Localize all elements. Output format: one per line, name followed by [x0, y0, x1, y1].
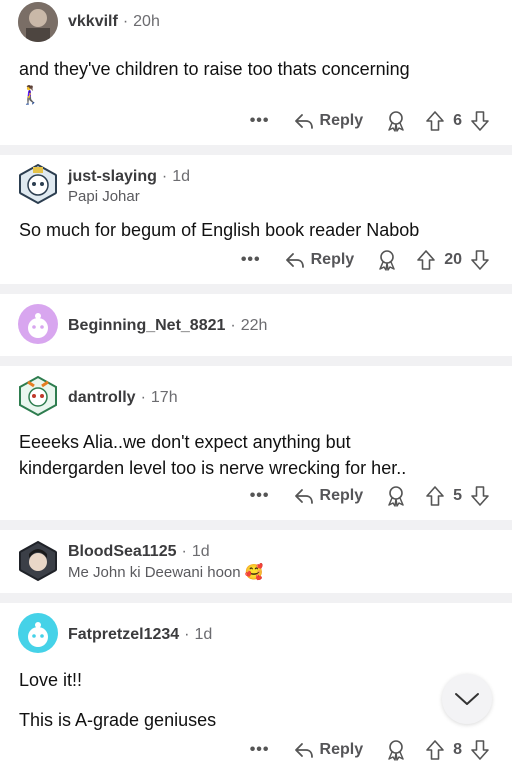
downvote-icon[interactable] [470, 110, 490, 132]
user-flair: Me John ki Deewani hoon 🥰 [68, 564, 264, 581]
comment-body: Eeeeks Alia..we don't expect anything bu… [19, 429, 406, 481]
award-button[interactable] [376, 249, 398, 271]
username[interactable]: vkkvilf [68, 13, 118, 30]
reply-button[interactable]: Reply [294, 487, 364, 505]
timestamp: 22h [240, 317, 268, 334]
more-options-button[interactable]: ••• [241, 251, 261, 269]
downvote-icon[interactable] [470, 249, 490, 271]
comment-text-line: So much for begum of English book reader… [19, 220, 420, 240]
emoji: 🚶‍♀️ [19, 85, 42, 105]
vote-controls: 8 [425, 739, 490, 761]
reply-label: Reply [319, 741, 364, 758]
award-icon [388, 486, 404, 507]
vote-count: 5 [453, 487, 462, 504]
username[interactable]: just-slaying [68, 168, 157, 185]
comment-text-line: This is A-grade geniuses [19, 710, 217, 730]
user-flair: Papi Johar [68, 188, 140, 205]
separator [0, 520, 512, 530]
chevron-down-icon [455, 693, 479, 705]
action-bar: ••• Reply 6 [250, 107, 490, 135]
reply-icon [294, 743, 313, 758]
comment-1: vkkvilf · 20h and they've children to rais… [0, 0, 512, 150]
avatar[interactable] [18, 613, 58, 653]
upvote-icon[interactable] [416, 249, 436, 271]
separator [0, 356, 512, 366]
action-bar: ••• Reply 8 [250, 736, 490, 764]
timestamp: 1d [172, 168, 191, 185]
avatar[interactable] [18, 2, 58, 42]
downvote-icon[interactable] [470, 485, 490, 507]
vote-controls: 5 [425, 485, 490, 507]
reply-label: Reply [310, 251, 355, 268]
avatar[interactable] [17, 163, 59, 205]
comment-body: Love it!! This is A-grade geniuses [19, 667, 216, 733]
comment-meta: BloodSea1125 · 1d [68, 543, 210, 560]
more-options-button[interactable]: ••• [250, 112, 270, 130]
comment-6: Fatpretzel1234 · 1d Love it!! This is A-gr… [0, 603, 512, 761]
username[interactable]: Beginning_Net_8821 [68, 317, 225, 334]
comment-meta: Beginning_Net_8821 · 22h [68, 317, 268, 334]
separator [0, 593, 512, 603]
comment-4: dantrolly · 17h Eeeeks Alia..we don't expe… [0, 366, 512, 514]
comment-text-line: Love it!! [19, 670, 83, 690]
username[interactable]: BloodSea1125 [68, 543, 177, 560]
timestamp: 1d [194, 626, 213, 643]
award-icon [388, 740, 404, 761]
reply-label: Reply [319, 487, 364, 504]
more-options-button[interactable]: ••• [250, 487, 270, 505]
vote-controls: 6 [425, 110, 490, 132]
action-bar: ••• Reply 20 [241, 246, 490, 274]
upvote-icon[interactable] [425, 739, 445, 761]
comment-body: and they've children to raise too thats … [19, 56, 410, 108]
comment-meta: dantrolly · 17h [68, 389, 178, 406]
more-options-button[interactable]: ••• [250, 741, 270, 759]
reply-icon [285, 253, 304, 268]
award-icon [388, 111, 404, 132]
vote-count: 8 [453, 741, 462, 758]
avatar[interactable] [16, 374, 60, 418]
upvote-icon[interactable] [425, 110, 445, 132]
vote-count: 20 [444, 251, 462, 268]
comment-meta: vkkvilf · 20h [68, 13, 160, 30]
award-button[interactable] [385, 739, 407, 761]
username[interactable]: dantrolly [68, 389, 136, 406]
scroll-down-button[interactable] [442, 674, 492, 724]
action-bar: ••• Reply 5 [250, 482, 490, 510]
timestamp: 20h [133, 13, 160, 30]
avatar[interactable] [18, 304, 58, 344]
timestamp: 17h [150, 389, 178, 406]
reply-button[interactable]: Reply [294, 112, 364, 130]
comment-3-collapsed[interactable]: Beginning_Net_8821 · 22h [0, 294, 512, 356]
vote-count: 6 [453, 112, 462, 129]
comment-5-collapsed[interactable]: BloodSea1125 · 1d Me John ki Deewani hoon … [0, 530, 512, 592]
comment-body: So much for begum of English book reader… [19, 217, 419, 243]
reply-icon [294, 489, 313, 504]
comment-text-line: and they've children to raise too thats … [19, 59, 410, 79]
timestamp: 1d [191, 543, 210, 560]
reply-button[interactable]: Reply [285, 251, 355, 269]
comment-text-line: kindergarden level too is nerve wrecking… [19, 458, 407, 478]
separator [0, 145, 512, 155]
avatar[interactable] [17, 540, 59, 582]
award-button[interactable] [385, 485, 407, 507]
reply-button[interactable]: Reply [294, 741, 364, 759]
comment-text-line: Eeeeks Alia..we don't expect anything bu… [19, 432, 351, 452]
reply-icon [294, 114, 313, 129]
downvote-icon[interactable] [470, 739, 490, 761]
upvote-icon[interactable] [425, 485, 445, 507]
comment-meta: Fatpretzel1234 · 1d [68, 626, 213, 643]
reply-label: Reply [319, 112, 364, 129]
comment-2: just-slaying · 1d Papi Johar So much for b… [0, 155, 512, 283]
comment-meta: just-slaying · 1d [68, 168, 191, 185]
username[interactable]: Fatpretzel1234 [68, 626, 179, 643]
award-button[interactable] [385, 110, 407, 132]
award-icon [379, 250, 395, 271]
vote-controls: 20 [416, 249, 490, 271]
separator [0, 284, 512, 294]
